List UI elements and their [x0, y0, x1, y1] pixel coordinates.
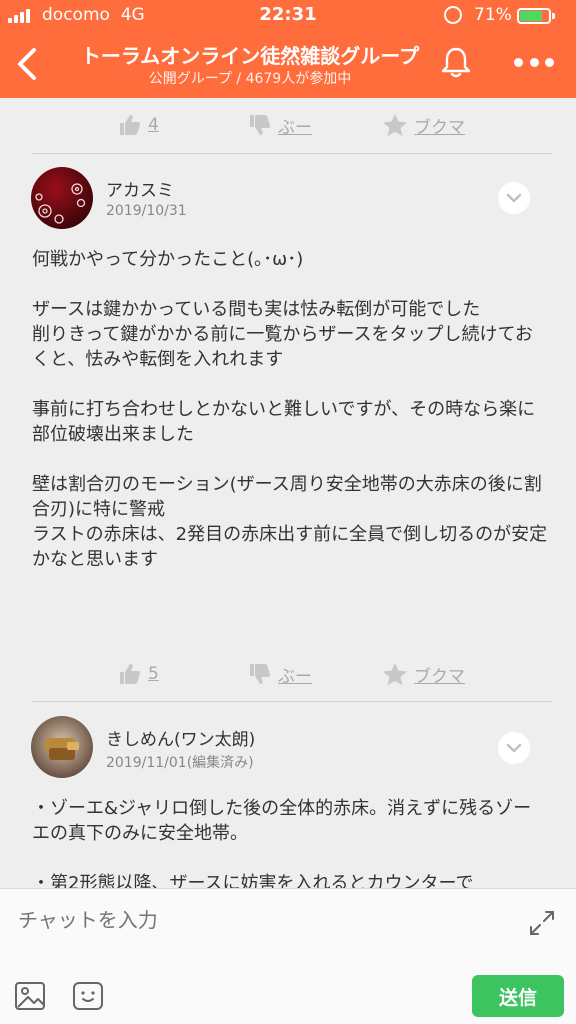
avatar-image: [31, 167, 93, 229]
thumbs-down-icon: [250, 664, 271, 684]
like-button[interactable]: 5: [118, 663, 159, 685]
dislike-button[interactable]: ぶー: [248, 113, 312, 138]
chevron-down-icon: [506, 743, 522, 753]
send-button[interactable]: 送信: [472, 975, 564, 1017]
dislike-button[interactable]: ぶー: [248, 662, 312, 687]
post-body: ・ゾーエ&ジャリロ倒した後の全体的赤床。消えずに残るゾーエの真下のみに安全地帯。…: [32, 798, 532, 894]
expand-icon[interactable]: [528, 909, 556, 937]
thumbs-down-icon: [250, 115, 271, 135]
post-date: 2019/11/01(編集済み): [106, 755, 254, 771]
avatar[interactable]: [31, 716, 93, 778]
bell-icon[interactable]: [438, 44, 474, 80]
header-bar: docomo 4G 22:31 71% トーラムオンライン徒然雑談グループ 公開…: [0, 0, 576, 98]
avatar[interactable]: [31, 167, 93, 229]
thumbs-up-icon: [120, 115, 141, 135]
star-icon: [383, 663, 407, 685]
divider: [32, 701, 552, 702]
group-title: トーラムオンライン徒然雑談グループ: [80, 44, 420, 68]
thumbs-up-icon: [120, 664, 141, 684]
battery-icon: [517, 8, 555, 24]
group-subtitle: 公開グループ / 4679人が参加中: [148, 71, 352, 87]
divider: [32, 153, 552, 154]
bookmark-button[interactable]: ブクマ: [382, 662, 465, 687]
avatar-image: [31, 716, 93, 778]
back-arrow-icon[interactable]: [12, 46, 42, 82]
post-body: 何戦かやって分かったこと(｡･ω･) ザースは鍵かかっている間も実は怯み転倒が可…: [32, 249, 548, 570]
rotation-lock-icon: [444, 6, 462, 24]
chat-composer: 送信: [0, 888, 576, 1024]
battery-percent: 71%: [474, 5, 512, 25]
star-icon: [383, 114, 407, 136]
post-author[interactable]: アカスミ: [106, 176, 174, 201]
post-date: 2019/10/31: [106, 203, 187, 219]
reaction-row-top: 4 ぶー ブクマ: [32, 98, 552, 152]
status-bar: docomo 4G 22:31 71%: [0, 0, 576, 30]
post-menu-button[interactable]: [498, 182, 530, 214]
like-button[interactable]: 4: [118, 114, 159, 136]
chevron-down-icon: [506, 193, 522, 203]
more-options-icon[interactable]: [514, 50, 554, 74]
post-author[interactable]: きしめん(ワン太朗): [106, 725, 255, 750]
sticker-icon[interactable]: [72, 981, 104, 1011]
chat-input[interactable]: [18, 903, 498, 937]
bookmark-button[interactable]: ブクマ: [382, 113, 465, 138]
reaction-row-post1: 5 ぶー ブクマ: [32, 647, 552, 701]
image-icon[interactable]: [14, 981, 46, 1011]
post-menu-button[interactable]: [498, 732, 530, 764]
